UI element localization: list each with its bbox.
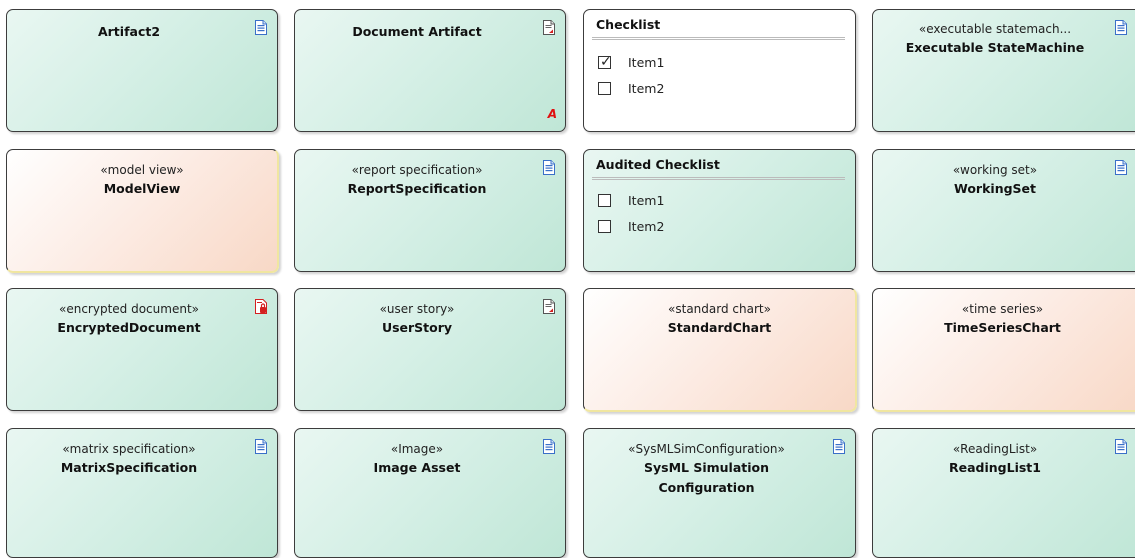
document-icon xyxy=(1115,20,1127,35)
element-stereotype: «SysMLSimConfiguration» xyxy=(628,442,785,456)
element-header: «encrypted document» EncryptedDocument xyxy=(7,301,251,338)
checkbox[interactable] xyxy=(598,220,611,233)
audited-checklist-element[interactable]: Audited Checklist Item1 Item2 xyxy=(583,149,856,272)
checklist-item-label: Item2 xyxy=(628,81,665,96)
document-icon xyxy=(255,439,267,454)
checklist-divider xyxy=(592,179,845,180)
element-header: «working set» WorkingSet xyxy=(873,162,1117,199)
element-header: «Image» Image Asset xyxy=(295,441,539,478)
checklist-element[interactable]: Checklist ✓ Item1 Item2 xyxy=(583,9,856,132)
checkbox[interactable] xyxy=(598,194,611,207)
element-name: Image Asset xyxy=(373,460,461,475)
element-stereotype: «report specification» xyxy=(351,163,483,177)
checkbox[interactable]: ✓ xyxy=(598,54,612,70)
element-name: Document Artifact xyxy=(352,24,482,39)
artifact-element-sysml-simulation-configuration[interactable]: «SysMLSimConfiguration» SysML Simulation… xyxy=(583,428,856,558)
element-stereotype: «executable statemach... xyxy=(918,22,1072,36)
element-name: StandardChart xyxy=(667,320,772,335)
element-header: «standard chart» StandardChart xyxy=(584,301,855,338)
artifact-element-image-asset[interactable]: «Image» Image Asset xyxy=(294,428,566,558)
artifact-element-encrypted-document[interactable]: «encrypted document» EncryptedDocument xyxy=(6,288,278,411)
element-header: «SysMLSimConfiguration» SysML Simulation… xyxy=(584,441,829,498)
element-name: WorkingSet xyxy=(954,181,1036,196)
checklist-title: Checklist xyxy=(596,17,661,32)
document-icon xyxy=(833,439,845,454)
element-stereotype: «Image» xyxy=(390,442,444,456)
element-name: Artifact2 xyxy=(97,24,161,39)
document-icon xyxy=(543,439,555,454)
artifact-element-artifact2[interactable]: Artifact2 xyxy=(6,9,278,132)
checklist-divider xyxy=(592,177,845,178)
element-stereotype: «matrix specification» xyxy=(62,442,196,456)
element-header: Artifact2 xyxy=(7,22,251,42)
element-header: «report specification» ReportSpecificati… xyxy=(295,162,539,199)
document-icon xyxy=(543,160,555,175)
element-header: «user story» UserStory xyxy=(295,301,539,338)
checklist-divider xyxy=(592,39,845,40)
element-name: MatrixSpecification xyxy=(60,460,198,475)
element-header: «executable statemach... Executable Stat… xyxy=(873,21,1117,58)
checkbox[interactable] xyxy=(598,82,611,95)
element-stereotype: «standard chart» xyxy=(668,302,771,316)
document-icon xyxy=(1115,439,1127,454)
standard-chart-element[interactable]: «standard chart» StandardChart xyxy=(583,288,857,412)
element-header: «ReadingList» ReadingList1 xyxy=(873,441,1117,478)
check-mark-icon: ✓ xyxy=(600,54,612,70)
element-stereotype: «working set» xyxy=(952,163,1038,177)
artifact-element-document-artifact[interactable]: Document Artifact A xyxy=(294,9,566,132)
linked-document-marker: A xyxy=(547,107,557,121)
checklist-item-label: Item2 xyxy=(628,219,665,234)
element-name: ReadingList1 xyxy=(949,460,1041,475)
artifact-element-working-set[interactable]: «working set» WorkingSet xyxy=(872,149,1135,272)
checklist-title: Audited Checklist xyxy=(596,157,720,172)
element-stereotype: «encrypted document» xyxy=(59,302,199,316)
element-stereotype: «user story» xyxy=(379,302,455,316)
element-stereotype: «ReadingList» xyxy=(952,442,1038,456)
checklist-divider xyxy=(592,37,845,38)
element-name: Executable StateMachine xyxy=(905,40,1085,55)
element-name: ModelView xyxy=(103,181,181,196)
encrypted-document-icon xyxy=(255,299,267,314)
artifact-element-executable-statemachine[interactable]: «executable statemach... Executable Stat… xyxy=(872,9,1135,132)
element-header: Document Artifact xyxy=(295,22,539,42)
element-name: ReportSpecification xyxy=(347,181,487,196)
linked-document-icon xyxy=(543,20,555,35)
document-icon xyxy=(255,20,267,35)
artifact-element-matrix-specification[interactable]: «matrix specification» MatrixSpecificati… xyxy=(6,428,278,558)
artifact-element-user-story[interactable]: «user story» UserStory xyxy=(294,288,566,411)
element-name: Configuration xyxy=(658,480,755,495)
element-header: «time series» TimeSeriesChart xyxy=(873,301,1132,338)
checklist-item-label: Item1 xyxy=(628,193,665,208)
artifact-element-report-specification[interactable]: «report specification» ReportSpecificati… xyxy=(294,149,566,272)
element-header: «matrix specification» MatrixSpecificati… xyxy=(7,441,251,478)
document-icon xyxy=(1115,160,1127,175)
element-name: SysML Simulation xyxy=(643,460,770,475)
linked-document-icon xyxy=(543,299,555,314)
element-name: TimeSeriesChart xyxy=(944,320,1061,335)
element-name: EncryptedDocument xyxy=(57,320,201,335)
element-stereotype: «time series» xyxy=(961,302,1044,316)
artifact-element-reading-list[interactable]: «ReadingList» ReadingList1 xyxy=(872,428,1135,558)
model-view-element[interactable]: «model view» ModelView xyxy=(6,149,279,273)
element-header: «model view» ModelView xyxy=(7,162,277,199)
checklist-item-label: Item1 xyxy=(628,55,665,70)
element-name: UserStory xyxy=(381,320,453,335)
element-stereotype: «model view» xyxy=(100,163,184,177)
time-series-chart-element[interactable]: «time series» TimeSeriesChart xyxy=(872,288,1135,412)
